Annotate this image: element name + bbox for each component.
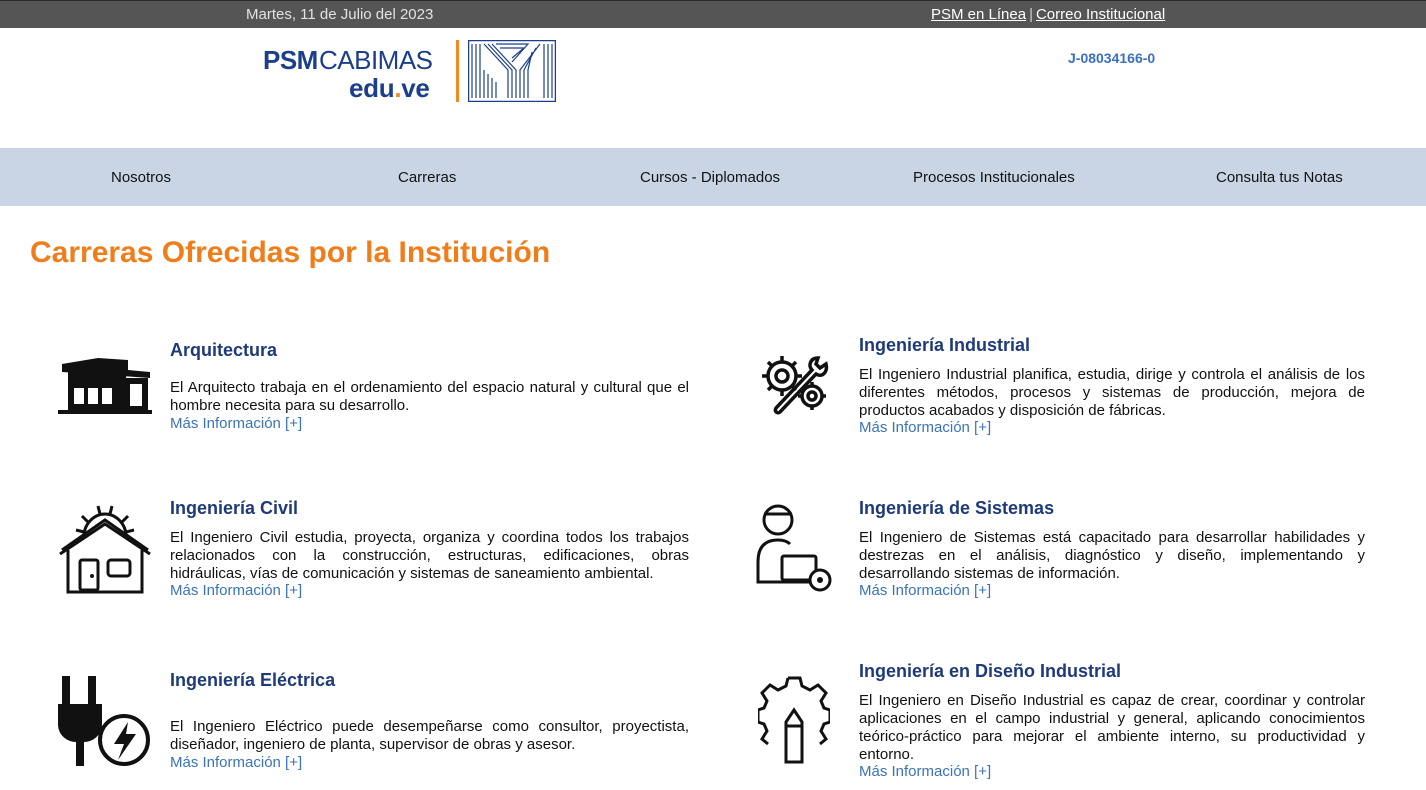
career-title[interactable]: Ingeniería Civil (170, 498, 298, 519)
nav-item-nosotros[interactable]: Nosotros (111, 169, 171, 186)
more-info-link[interactable]: Más Información [+] (859, 582, 991, 599)
top-bar: Martes, 11 de Julio del 2023 PSM en Líne… (0, 0, 1426, 28)
career-description: El Ingeniero Eléctrico puede desempeñars… (170, 718, 689, 753)
top-links: PSM en Línea | Correo Institucional (931, 6, 1165, 23)
site-header: PSM CABIMAS edu.ve J-08034166-0 (0, 28, 1426, 148)
more-info-link[interactable]: Más Información [+] (859, 419, 991, 436)
career-title[interactable]: Arquitectura (170, 340, 277, 361)
psm-en-linea-link[interactable]: PSM en Línea (931, 6, 1026, 23)
building-icon (58, 358, 152, 414)
nav-item-cursos-diplomados[interactable]: Cursos - Diplomados (640, 169, 780, 186)
logo-ve-text: ve (401, 73, 430, 103)
more-info-link[interactable]: Más Información [+] (170, 415, 302, 432)
rif-number: J-08034166-0 (1068, 50, 1156, 66)
logo-cabimas-text: CABIMAS (319, 45, 433, 75)
career-description: El Ingeniero en Diseño Industrial es cap… (859, 692, 1365, 763)
career-title[interactable]: Ingeniería de Sistemas (859, 498, 1054, 519)
logo-eduve-text: edu.ve (349, 73, 430, 104)
logo-edu-text: edu (349, 73, 395, 103)
career-description: El Ingeniero Civil estudia, proyecta, or… (170, 529, 689, 582)
career-title[interactable]: Ingeniería Industrial (859, 335, 1030, 356)
logo-divider (456, 40, 459, 102)
career-title[interactable]: Ingeniería en Diseño Industrial (859, 661, 1121, 682)
nav-item-carreras[interactable]: Carreras (398, 169, 456, 186)
page-title: Carreras Ofrecidas por la Institución (30, 236, 551, 269)
nav-item-consulta-notas[interactable]: Consulta tus Notas (1216, 169, 1343, 186)
career-title[interactable]: Ingeniería Eléctrica (170, 670, 335, 691)
career-description: El Arquitecto trabaja en el ordenamiento… (170, 379, 689, 414)
logo-mark-icon (468, 40, 556, 102)
main-nav: Nosotros Carreras Cursos - Diplomados Pr… (0, 148, 1426, 206)
correo-institucional-link[interactable]: Correo Institucional (1036, 6, 1165, 23)
plug-bolt-icon (58, 676, 150, 766)
logo-psm-text: PSM (263, 45, 318, 75)
current-date: Martes, 11 de Julio del 2023 (246, 6, 434, 23)
more-info-link[interactable]: Más Información [+] (170, 754, 302, 771)
career-description: El Ingeniero Industrial planifica, estud… (859, 366, 1365, 419)
top-links-separator: | (1029, 6, 1033, 23)
gears-wrench-icon (762, 356, 829, 415)
more-info-link[interactable]: Más Información [+] (170, 582, 302, 599)
gear-pencil-icon (758, 676, 830, 764)
house-gear-icon (59, 505, 151, 594)
nav-item-procesos-institucionales[interactable]: Procesos Institucionales (913, 169, 1075, 186)
site-logo[interactable]: PSM CABIMAS edu.ve (263, 40, 563, 104)
more-info-link[interactable]: Más Información [+] (859, 763, 991, 780)
person-computer-icon (756, 504, 832, 592)
career-description: El Ingeniero de Sistemas está capacitado… (859, 529, 1365, 582)
